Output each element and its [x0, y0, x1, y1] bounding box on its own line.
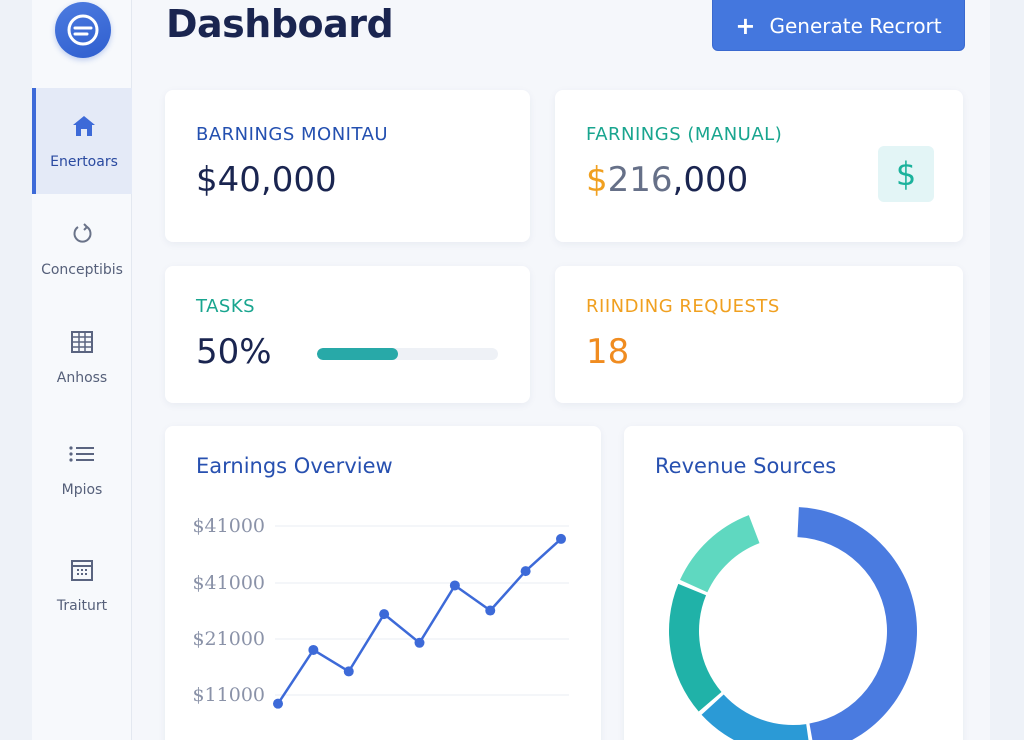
calendar-icon — [68, 556, 96, 584]
tasks-card: TASKS 50% — [165, 266, 530, 403]
tasks-progress-fill — [317, 348, 399, 360]
earnings-overview-card: Earnings Overview $41000 $41000 $21000 $110… — [165, 426, 601, 740]
tasks-progress-bar — [317, 348, 498, 360]
donut-slice — [680, 515, 760, 593]
chart-title: Revenue Sources — [655, 454, 837, 478]
generate-report-button[interactable]: + Generate Recrort — [712, 0, 965, 51]
y-tick-label: $41000 — [192, 572, 265, 594]
card-label: RIINDING REQUESTS — [586, 296, 780, 317]
chart-title: Earnings Overview — [196, 454, 393, 478]
data-point — [449, 580, 460, 591]
sidebar-item-traiturt[interactable]: Traiturt — [32, 532, 132, 638]
card-label: BARNINGS MONITAU — [196, 124, 389, 145]
donut-slice — [669, 583, 722, 712]
sidebar: Enertoars Conceptibis Anhoss Mpios Trait… — [32, 0, 132, 740]
card-label: TASKS — [196, 296, 256, 317]
data-point — [556, 533, 566, 544]
pending-requests-card: RIINDING REQUESTS 18 — [555, 266, 963, 403]
data-point — [343, 666, 354, 677]
card-label: FARNINGS (MANUAL) — [586, 124, 783, 145]
data-point — [414, 637, 425, 648]
refresh-icon — [68, 220, 96, 248]
y-tick-label: $11000 — [192, 684, 265, 706]
revenue-donut-chart — [669, 507, 917, 740]
earnings-monitau-card: BARNINGS MONITAU $40,000 — [165, 90, 530, 242]
sidebar-item-enertoars[interactable]: Enertoars — [32, 88, 132, 194]
earnings-series-line — [276, 537, 562, 705]
card-value: $40,000 — [196, 160, 337, 200]
sidebar-item-label: Mpios — [61, 482, 103, 498]
brand-logo-icon[interactable] — [55, 2, 111, 58]
table-icon — [68, 328, 96, 356]
sidebar-item-label: Conceptibis — [41, 262, 123, 278]
card-value: 18 — [586, 332, 630, 372]
value-prefix: $ — [586, 160, 608, 200]
data-point — [520, 566, 531, 577]
data-point — [308, 644, 319, 655]
value-suffix: ,000 — [672, 160, 749, 200]
earnings-manual-card: FARNINGS (MANUAL) $216,000 $ — [555, 90, 963, 242]
home-icon — [70, 112, 98, 140]
y-tick-label: $41000 — [192, 515, 265, 537]
plus-icon: + — [735, 11, 756, 40]
y-tick-label: $21000 — [192, 628, 265, 650]
dollar-icon: $ — [878, 146, 934, 202]
value-mid: 216 — [607, 160, 673, 200]
sidebar-item-label: Anhoss — [56, 370, 108, 386]
sidebar-item-anhoss[interactable]: Anhoss — [32, 304, 132, 410]
list-icon — [68, 440, 96, 468]
donut-slice — [797, 507, 917, 740]
data-point — [273, 698, 283, 709]
data-point — [379, 609, 390, 620]
sidebar-item-label: Traiturt — [56, 598, 108, 614]
card-value: $216,000 — [586, 160, 748, 200]
sidebar-item-mpios[interactable]: Mpios — [32, 416, 132, 522]
donut-slice — [752, 507, 795, 543]
revenue-sources-card: Revenue Sources — [624, 426, 963, 740]
data-point — [485, 605, 496, 616]
earnings-line-chart: $41000 $41000 $21000 $11000 — [192, 515, 569, 709]
sidebar-item-label: Enertoars — [50, 154, 118, 170]
sidebar-item-conceptibis[interactable]: Conceptibis — [32, 196, 132, 302]
donut-slice — [701, 694, 809, 740]
page-title: Dashboard — [166, 2, 394, 46]
generate-report-label: Generate Recrort — [769, 13, 942, 38]
card-value: 50% — [196, 332, 272, 372]
